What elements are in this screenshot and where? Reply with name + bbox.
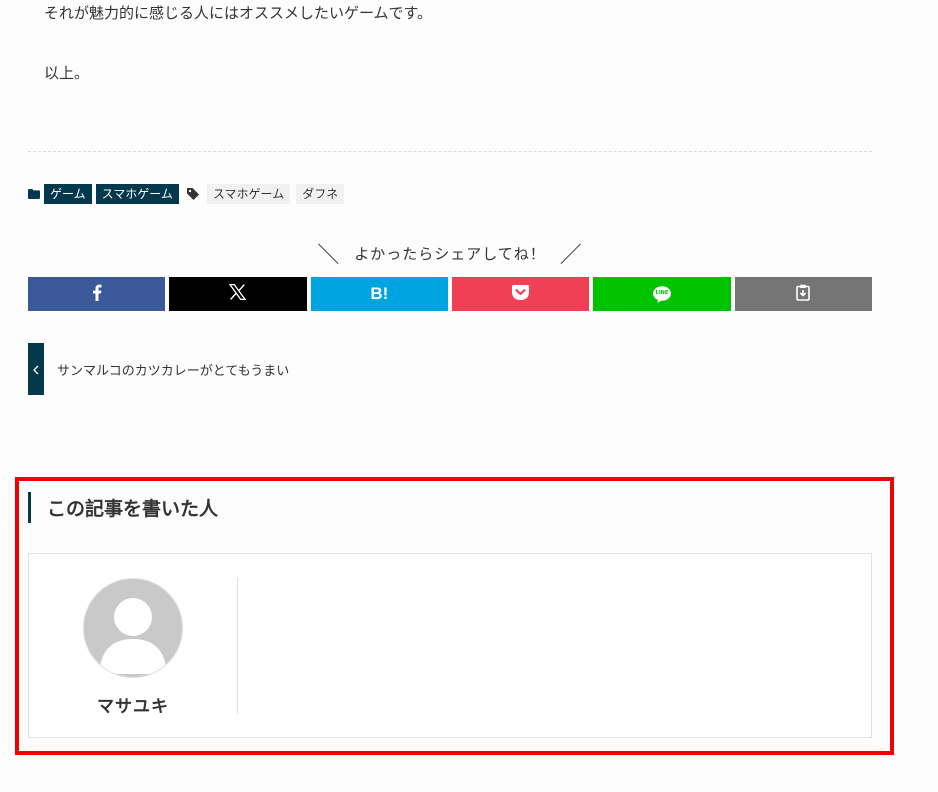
article-paragraph: それが魅力的に感じる人にはオススメしたいゲームです。	[44, 4, 433, 22]
author-section-heading: この記事を書いた人	[28, 492, 218, 523]
author-profile: マサユキ	[29, 554, 237, 737]
post-meta: ゲーム スマホゲーム スマホゲーム ダフネ	[28, 183, 350, 205]
chevron-left-icon	[33, 360, 39, 379]
prev-post-title[interactable]: サンマルコのカツカレーがとてもうまい	[57, 360, 289, 379]
share-buttons: B! LINE	[28, 277, 872, 311]
share-hatena-button[interactable]: B!	[310, 277, 448, 311]
pocket-icon	[512, 284, 530, 304]
prev-post-link[interactable]: サンマルコのカツカレーがとてもうまい	[28, 343, 289, 395]
tag-icon	[186, 183, 203, 205]
tag-smartphone-game[interactable]: スマホゲーム	[206, 184, 291, 204]
author-box-divider	[237, 578, 238, 714]
share-slash-left: ＼	[317, 243, 341, 268]
category-game[interactable]: ゲーム	[44, 184, 92, 204]
prev-post-tab[interactable]	[28, 343, 44, 395]
share-line-button[interactable]: LINE	[593, 277, 731, 311]
share-facebook-button[interactable]	[28, 277, 166, 311]
author-name: マサユキ	[97, 697, 169, 717]
line-icon-label: LINE	[655, 289, 669, 296]
share-heading-text: よかったらシェアしてね！	[354, 244, 546, 263]
share-pocket-button[interactable]	[451, 277, 590, 311]
share-heading: ＼ よかったらシェアしてね！ ／	[0, 240, 900, 268]
author-box: マサユキ	[28, 553, 872, 738]
article-divider	[28, 151, 872, 152]
x-icon	[229, 283, 247, 304]
tag-daphne[interactable]: ダフネ	[296, 184, 345, 204]
default-avatar-icon	[83, 578, 183, 678]
share-x-button[interactable]	[169, 277, 307, 311]
facebook-icon	[92, 284, 102, 305]
line-icon: LINE	[652, 285, 671, 303]
clipboard-icon	[796, 284, 811, 305]
article-closing: 以上。	[44, 64, 90, 82]
hatena-bookmark-icon: B!	[370, 284, 389, 303]
category-smartphone-game[interactable]: スマホゲーム	[95, 184, 179, 204]
share-slash-right: ／	[559, 243, 583, 268]
folder-icon	[28, 183, 44, 205]
share-copy-button[interactable]	[734, 277, 872, 311]
